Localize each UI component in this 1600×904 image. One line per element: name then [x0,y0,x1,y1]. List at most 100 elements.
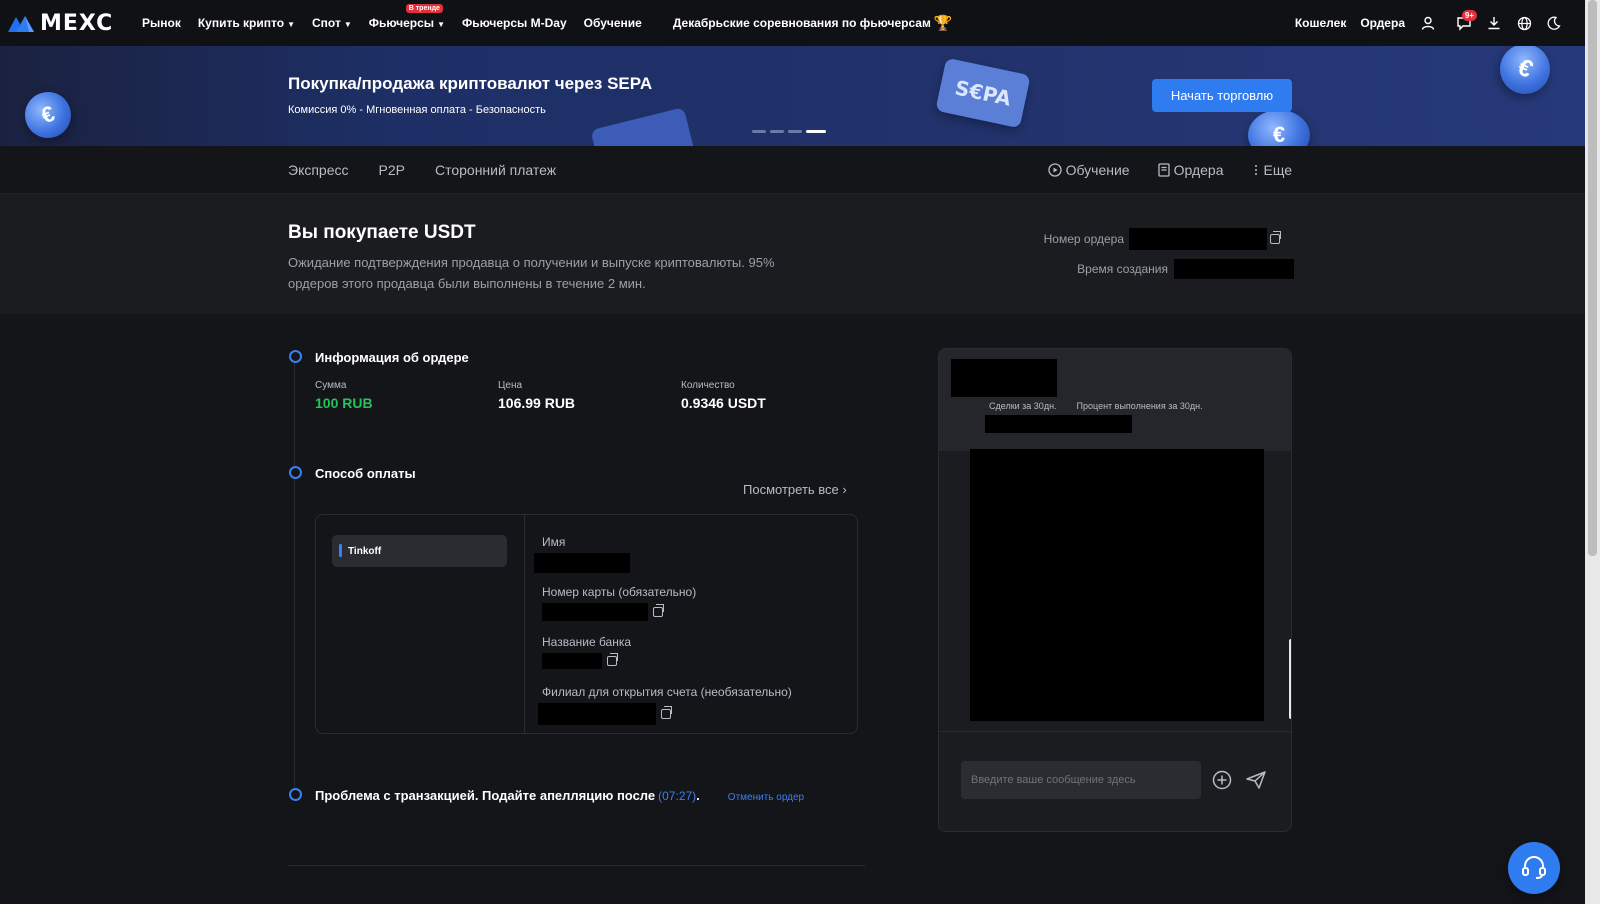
completion-30d-label: Процент выполнения за 30дн. [1076,401,1203,411]
tab-p2p[interactable]: P2P [379,162,405,178]
card-number-field: Номер карты (обязательно) [542,585,696,621]
nav-market[interactable]: Рынок [142,16,181,30]
field-label: Номер карты (обязательно) [542,585,697,599]
trending-badge: В тренде [405,4,443,13]
subnav-tabs: Экспресс P2P Сторонний платеж [288,146,586,194]
nav-buy-crypto[interactable]: Купить крипто ▼ [198,16,295,30]
redacted-created-time [1174,259,1294,279]
nav-wallet[interactable]: Кошелек [1295,16,1346,30]
nav-futures-mday-label: Фьючерсы M-Day [461,16,567,30]
amount-value: 100 RUB [315,395,373,411]
step-indicator [289,350,302,363]
chat-scrollbar[interactable] [1289,639,1291,719]
more-link[interactable]: Еще [1252,162,1293,178]
field-value [534,553,630,573]
copy-icon[interactable] [1270,231,1281,244]
field-label: Филиал для открытия счета (необязательно… [542,685,792,699]
nav-learn-label: Обучение [583,16,642,30]
carousel-dot[interactable] [752,130,766,133]
promo-banner: € € € S€PA Покупка/продажа криптовалют ч… [0,46,1585,146]
main-menu: Рынок Купить крипто ▼ Спот ▼ В тренде Фьюче… [142,4,659,30]
euro-coin-icon: € [1248,110,1310,146]
chat-notification-icon[interactable]: 9+ [1449,8,1479,38]
page-scrollbar-thumb[interactable] [1588,0,1597,556]
divider [939,731,1291,732]
branch-field: Филиал для открытия счета (необязательно… [538,685,792,725]
top-nav: MEXC Рынок Купить крипто ▼ Спот ▼ В тренде… [0,0,1585,46]
globe-icon[interactable] [1509,8,1539,38]
copy-icon[interactable] [607,653,618,666]
nav-promo-link[interactable]: Декабрьские соревнования по фьючерсам 🏆 [673,14,953,32]
attach-plus-icon[interactable] [1209,767,1235,793]
send-icon[interactable] [1243,767,1269,793]
moon-icon[interactable] [1539,8,1569,38]
document-icon [1157,163,1170,177]
download-icon[interactable] [1479,8,1509,38]
view-all-link[interactable]: Посмотреть все › [743,482,847,497]
price-value: 106.99 RUB [498,395,576,411]
banner-title: Покупка/продажа криптовалют через SEPA [288,74,653,93]
mexc-logo[interactable]: MEXC [8,11,128,36]
appeal-text: Проблема с транзакцией. Подайте апелляци… [315,788,656,803]
nav-right: Кошелек Ордера 9+ [1281,0,1569,46]
banner-subtitle: Комиссия 0% - Мгновенная оплата - Безопа… [288,104,546,116]
copy-icon[interactable] [653,604,664,617]
trades-30d-label: Сделки за 30дн. [989,401,1057,411]
nav-spot-label: Спот [312,16,341,30]
tab-third-party[interactable]: Сторонний платеж [435,162,556,178]
start-trading-button[interactable]: Начать торговлю [1152,79,1292,112]
mexc-logo-icon [8,16,34,32]
payment-details-box: Tinkoff Имя Номер карты (обязательно) На… [315,514,858,734]
order-number-row: Номер ордера [1044,228,1281,250]
redacted-merchant-stats [985,415,1132,433]
logo-text: MEXC [40,10,114,36]
payment-method-title: Способ оплаты [315,466,416,481]
merchant-stats: Сделки за 30дн. Процент выполнения за 30… [989,401,1223,411]
trophy-icon: 🏆 [933,15,953,32]
tab-express[interactable]: Экспресс [288,162,349,178]
nav-spot[interactable]: Спот ▼ [312,16,352,30]
timeline-line [294,362,295,792]
headset-icon [1522,856,1546,879]
nav-orders[interactable]: Ордера [1360,16,1405,30]
tutorial-link[interactable]: Обучение [1047,162,1130,178]
redacted-chat-messages [970,449,1264,721]
redacted-order-number [1129,228,1267,250]
more-vertical-icon [1254,165,1257,175]
caret-down-icon: ▼ [437,20,445,29]
play-circle-icon [1047,163,1062,177]
support-chat-button[interactable] [1508,842,1560,894]
nav-futures[interactable]: В тренде Фьючерсы ▼ [369,4,445,30]
amount-label: Сумма [315,380,347,391]
amount-block: Сумма 100 RUB [315,380,373,411]
divider [288,865,865,866]
payment-method-tinkoff[interactable]: Tinkoff [332,535,507,567]
nav-futures-mday[interactable]: Фьючерсы M-Day [462,16,567,30]
nav-learn[interactable]: Обучение [584,16,642,30]
carousel-dot-active[interactable] [806,130,826,133]
order-header: Вы покупаете USDT Ожидание подтверждения… [0,194,1585,314]
caret-down-icon: ▼ [343,20,352,29]
bank-name-field: Название банка [542,635,631,669]
orders-link[interactable]: Ордера [1157,162,1224,178]
chat-message-input[interactable] [961,761,1201,799]
nav-buy-crypto-label: Купить крипто [197,16,285,30]
carousel-dot[interactable] [770,130,784,133]
nav-market-label: Рынок [142,16,181,30]
copy-icon[interactable] [661,706,672,719]
field-value [542,653,631,669]
field-label: Имя [542,535,566,549]
user-icon[interactable] [1413,8,1443,38]
cancel-order-link[interactable]: Отменить ордер [728,792,804,803]
nav-promo-label: Декабрьские соревнования по фьючерсам [672,16,931,30]
field-label: Название банка [542,635,632,649]
appeal-period: . [696,788,700,803]
appeal-timer: (07:27) [658,789,697,803]
step-indicator [289,788,302,801]
created-time-label: Время создания [1077,262,1168,276]
quantity-block: Количество 0.9346 USDT [681,380,766,411]
more-label: Еще [1263,162,1293,178]
redacted-value [538,703,656,725]
payee-name-field: Имя [534,535,630,573]
carousel-dot[interactable] [788,130,802,133]
